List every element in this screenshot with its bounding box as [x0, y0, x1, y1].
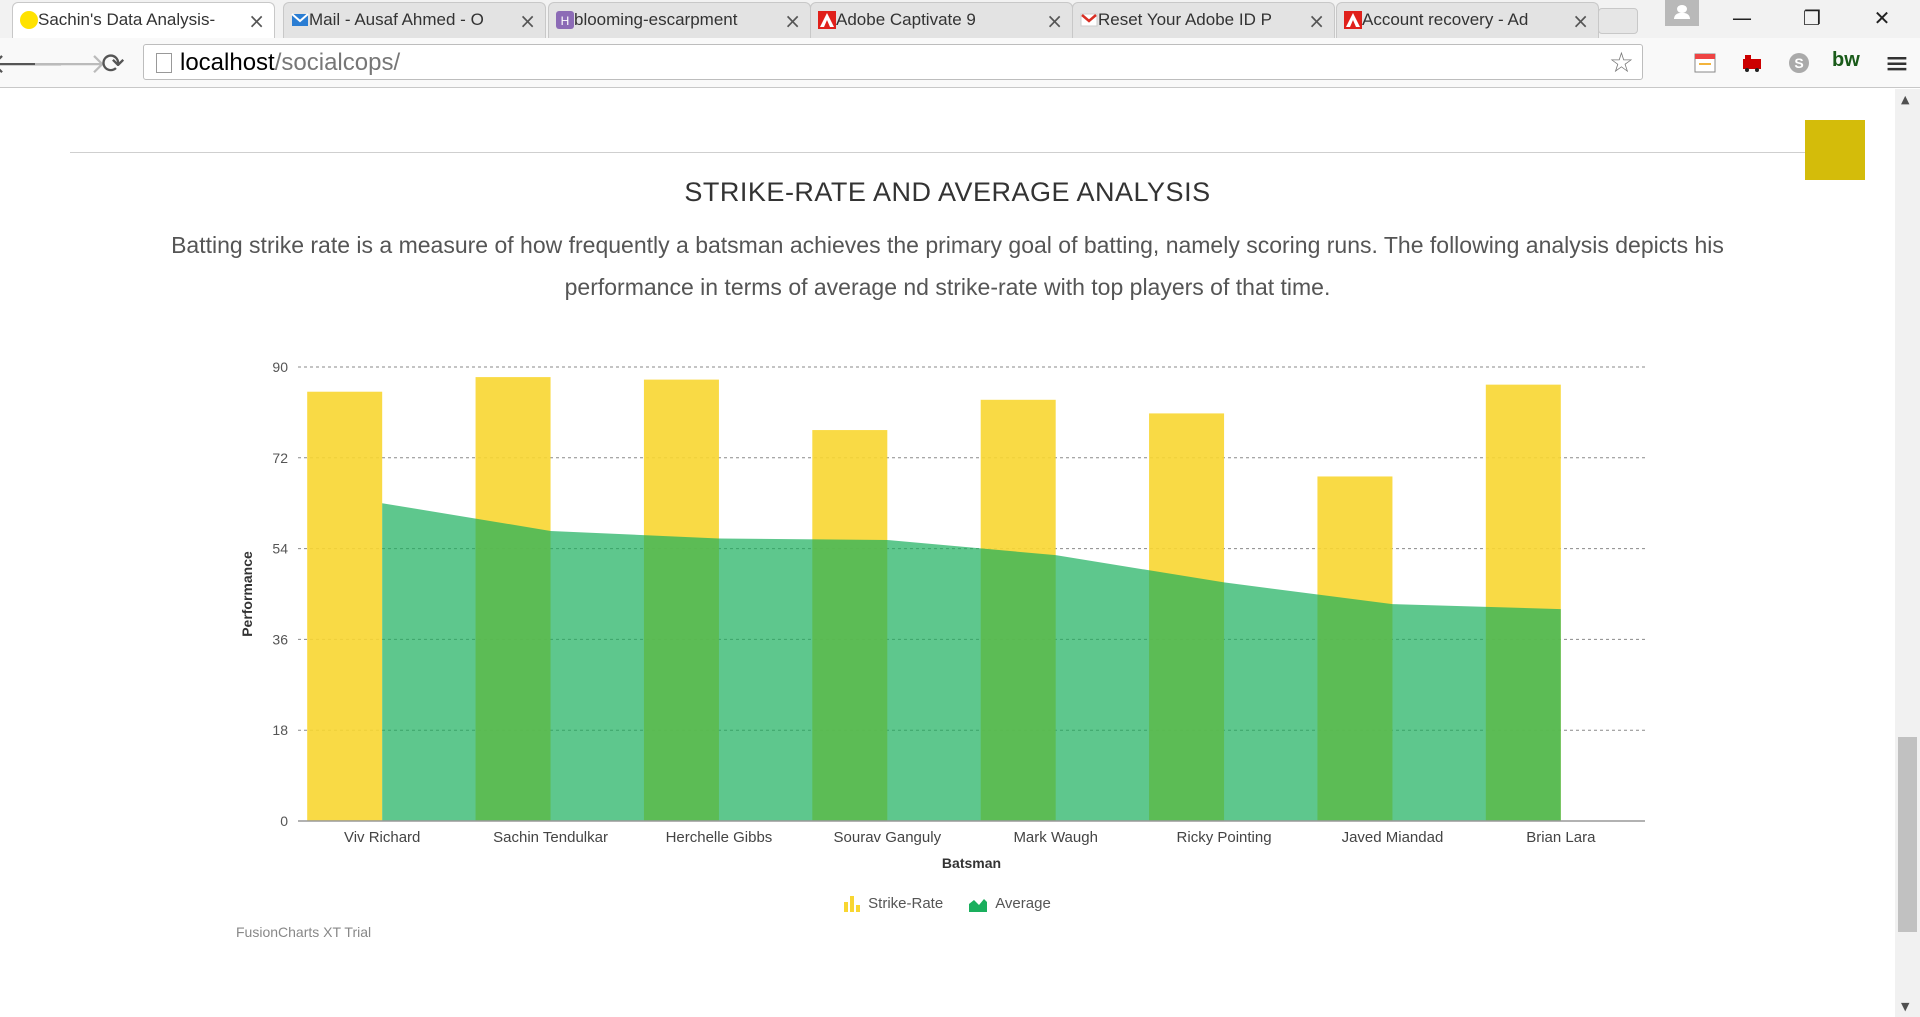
url-text[interactable]: localhost/socialcops/ — [180, 49, 400, 77]
chrome-menu-icon[interactable]: ≡ — [1880, 46, 1914, 81]
scroll-thumb[interactable] — [1898, 737, 1917, 932]
adobe-icon — [818, 11, 836, 29]
tab-title: Account recovery - Ad — [1362, 10, 1529, 29]
tab-title: Adobe Captivate 9 — [836, 10, 976, 29]
address-bar[interactable]: localhost/socialcops/ ☆ — [143, 44, 1643, 80]
x-tick-label: Mark Waugh — [1013, 829, 1097, 846]
x-axis-title: Batsman — [942, 855, 1001, 871]
header-divider — [70, 152, 1805, 153]
y-axis-title: Performance — [239, 551, 255, 637]
vertical-scrollbar[interactable]: ▲ ▼ — [1895, 89, 1920, 1017]
svg-text:S: S — [1794, 55, 1803, 71]
y-tick-label: 0 — [280, 813, 288, 829]
section-description: Batting strike rate is a measure of how … — [171, 232, 1724, 300]
tab-close-icon[interactable]: × — [1046, 9, 1063, 33]
browser-tab[interactable]: Sachin's Data Analysis- × — [12, 2, 275, 38]
url-host: localhost — [180, 49, 275, 76]
tab-strip: Sachin's Data Analysis- × Mail - Ausaf Ahm… — [0, 0, 1920, 38]
yellow-circle-icon — [20, 11, 38, 29]
x-tick-label: Brian Lara — [1526, 829, 1596, 846]
minimize-button[interactable]: — — [1714, 0, 1770, 36]
tab-title: blooming-escarpment — [574, 10, 738, 29]
heroku-icon: H — [556, 11, 574, 29]
calendar-extension-icon[interactable] — [1693, 51, 1717, 75]
tab-title: Reset Your Adobe ID P — [1098, 10, 1272, 29]
tab-title: Sachin's Data Analysis- — [38, 10, 216, 29]
skype-extension-icon[interactable]: S — [1787, 51, 1811, 75]
url-path: /socialcops/ — [274, 49, 401, 76]
legend-label: Strike-Rate — [868, 895, 944, 912]
browser-tab[interactable]: Reset Your Adobe ID P × — [1072, 2, 1335, 38]
x-tick-label: Sachin Tendulkar — [493, 829, 608, 846]
scroll-down-arrow[interactable]: ▼ — [1901, 1000, 1909, 1013]
train-extension-icon[interactable] — [1740, 51, 1764, 75]
bar-legend-icon — [844, 895, 861, 912]
page-icon — [156, 53, 172, 73]
y-tick-label: 72 — [272, 450, 288, 466]
area-legend-icon — [969, 898, 988, 912]
x-tick-label: Ricky Pointing — [1177, 829, 1272, 846]
section-title: STRIKE-RATE AND AVERAGE ANALYSIS — [684, 177, 1211, 207]
browser-tab[interactable]: Hblooming-escarpment × — [548, 2, 811, 38]
tab-close-icon[interactable]: × — [519, 9, 536, 33]
browser-tab[interactable]: Account recovery - Ad × — [1336, 2, 1599, 38]
x-tick-label: Herchelle Gibbs — [666, 829, 773, 846]
y-tick-label: 18 — [272, 722, 288, 738]
browser-tab[interactable]: Mail - Ausaf Ahmed - O × — [283, 2, 546, 38]
y-tick-label: 54 — [272, 541, 288, 557]
bookmark-star-icon[interactable]: ☆ — [1609, 46, 1634, 79]
x-tick-label: Javed Miandad — [1342, 829, 1444, 846]
corner-yellow-block — [1805, 120, 1865, 180]
forward-button[interactable]: 🡒 — [31, 46, 106, 80]
tab-close-icon[interactable]: × — [784, 9, 801, 33]
new-tab-button[interactable] — [1598, 8, 1638, 34]
x-tick-label: Viv Richard — [344, 829, 420, 846]
profile-icon[interactable] — [1665, 0, 1699, 26]
browser-toolbar: 🡐 🡒 ⟳ localhost/socialcops/ ☆ S bw ≡ — [0, 38, 1920, 88]
window-close-button[interactable]: ✕ — [1854, 0, 1910, 36]
legend-item-average[interactable]: Average — [969, 895, 1051, 912]
chart-watermark: FusionCharts XT Trial — [236, 924, 372, 940]
scroll-up-arrow[interactable]: ▲ — [1901, 93, 1909, 106]
svg-text:H: H — [561, 14, 570, 28]
tab-close-icon[interactable]: × — [248, 9, 265, 33]
chart-container: 0 18 36 54 72 90 Viv Richard Sachin Tendulkar He… — [230, 340, 1670, 970]
browser-tab[interactable]: Adobe Captivate 9 × — [810, 2, 1073, 38]
tab-close-icon[interactable]: × — [1572, 9, 1589, 33]
gmail-icon — [1080, 11, 1098, 29]
restore-button[interactable]: ❐ — [1784, 0, 1840, 36]
bw-extension-icon[interactable]: bw — [1832, 49, 1864, 73]
x-tick-label: Sourav Ganguly — [834, 829, 942, 846]
reload-button[interactable]: ⟳ — [96, 46, 130, 80]
strike-rate-average-chart: 0 18 36 54 72 90 Viv Richard Sachin Tendulkar He… — [239, 359, 1645, 871]
chart-legend: Strike-Rate Average — [0, 895, 1895, 912]
tab-title: Mail - Ausaf Ahmed - O — [309, 10, 484, 29]
adobe-icon — [1344, 11, 1362, 29]
y-tick-label: 36 — [272, 631, 288, 647]
y-tick-label: 90 — [272, 359, 288, 375]
mail-icon — [291, 11, 309, 29]
tab-close-icon[interactable]: × — [1308, 9, 1325, 33]
strike-rate-bar — [307, 391, 383, 821]
legend-label: Average — [995, 895, 1051, 912]
legend-item-strike-rate[interactable]: Strike-Rate — [844, 895, 943, 912]
